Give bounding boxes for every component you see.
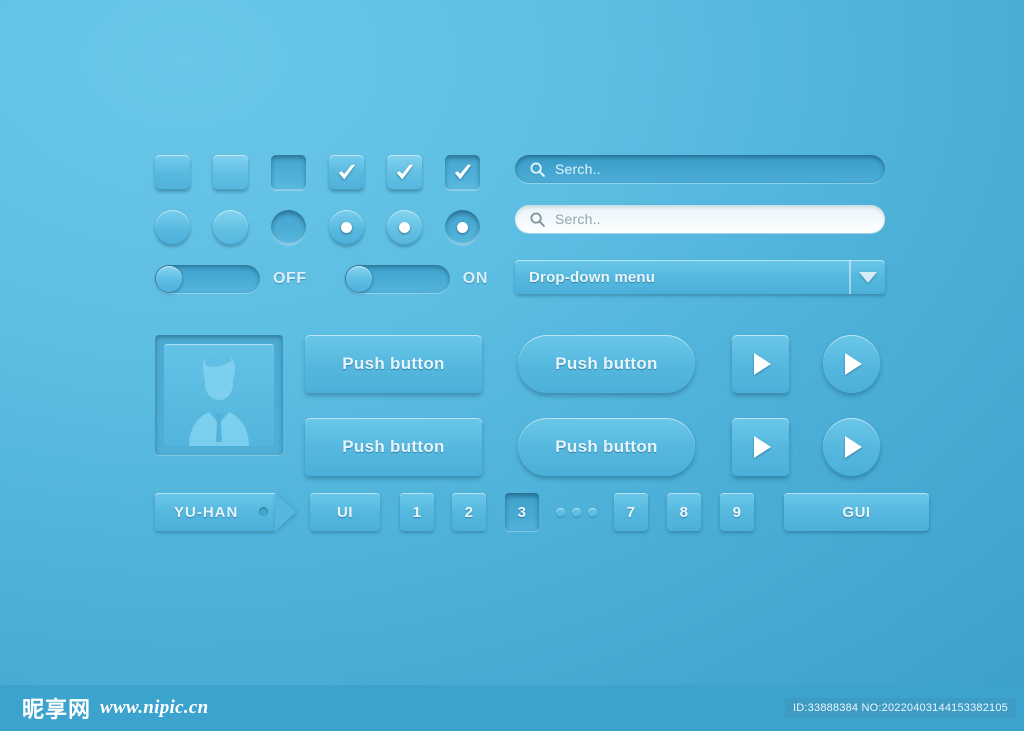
name-tag-hole [259, 507, 268, 516]
checkbox-checked-hover[interactable] [387, 155, 422, 190]
radio-pressed[interactable] [271, 210, 306, 245]
toggle-row: OFF ON [155, 265, 488, 293]
watermark-logo-text: 昵享网 [22, 698, 92, 723]
toggle-on-label: ON [462, 270, 488, 287]
dropdown-menu[interactable]: Drop-down menu [515, 260, 885, 294]
toggle-off-wrap: OFF [155, 265, 307, 293]
play-button-square-1-wrap [732, 335, 789, 393]
push-button-round-2-wrap: Push button [518, 418, 695, 476]
push-button-rect-2[interactable]: Push button [305, 418, 482, 476]
search-placeholder: Serch.. [555, 211, 601, 227]
play-button-square-2[interactable] [732, 418, 789, 476]
pagination-item-3[interactable]: 3 [505, 493, 539, 531]
checkbox-group [155, 155, 480, 190]
name-tag[interactable]: YU-HAN [155, 493, 296, 531]
check-icon [454, 164, 471, 179]
search-field-dark[interactable]: Serch.. [515, 155, 885, 183]
pagination-item-gui[interactable]: GUI [784, 493, 929, 531]
radio-selected-pressed[interactable] [445, 210, 480, 245]
dropdown-label: Drop-down menu [529, 268, 656, 286]
avatar[interactable] [155, 335, 283, 455]
toggle-switch-off[interactable] [155, 265, 260, 293]
pagination: UI 1 2 3 7 8 9 GUI [310, 493, 929, 531]
checkbox-hover[interactable] [213, 155, 248, 190]
ellipsis-dot [556, 507, 565, 517]
dropdown-toggle-button[interactable] [849, 260, 885, 294]
checkbox-pressed[interactable] [271, 155, 306, 190]
image-id-label: ID:33888384 NO:20220403144153382105 [785, 698, 1016, 718]
push-button-round-1[interactable]: Push button [518, 335, 695, 393]
push-button-rect-2-wrap: Push button [305, 418, 482, 476]
search-placeholder: Serch.. [555, 161, 601, 177]
pagination-item-ui[interactable]: UI [310, 493, 380, 531]
check-icon [396, 164, 413, 179]
chevron-down-icon [859, 271, 877, 283]
pagination-item-8[interactable]: 8 [667, 493, 701, 531]
play-icon [845, 436, 862, 458]
play-button-circle-1[interactable] [823, 335, 880, 393]
footer-watermark-bar: 昵享网 www.nipic.cn ID:33888384 NO:20220403… [0, 685, 1024, 731]
name-tag-arrow [275, 493, 296, 531]
user-silhouette-icon [189, 353, 249, 446]
search-field-light[interactable]: Serch.. [515, 205, 885, 233]
radio-hover[interactable] [213, 210, 248, 245]
toggle-off-label: OFF [273, 270, 307, 287]
radio-selected-hover[interactable] [387, 210, 422, 245]
play-icon [845, 353, 862, 375]
radio-dot [399, 222, 410, 233]
play-button-square-2-wrap [732, 418, 789, 476]
checkbox-checked-pressed[interactable] [445, 155, 480, 190]
radio-group [155, 210, 480, 245]
checkbox-checked-normal[interactable] [329, 155, 364, 190]
name-tag-label: YU-HAN [174, 503, 239, 521]
play-button-circle-2-wrap [823, 418, 880, 476]
toggle-switch-on[interactable] [344, 265, 450, 293]
search-icon [530, 161, 545, 177]
avatar-frame [164, 344, 274, 446]
play-icon [754, 353, 771, 375]
ellipsis-dot [572, 507, 581, 517]
radio-dot [457, 222, 468, 233]
radio-normal[interactable] [155, 210, 190, 245]
pagination-item-2[interactable]: 2 [452, 493, 486, 531]
radio-row [155, 210, 480, 245]
push-button-rect-1[interactable]: Push button [305, 335, 482, 393]
push-button-rect-1-wrap: Push button [305, 335, 482, 393]
toggle-knob[interactable] [156, 266, 182, 292]
play-button-circle-1-wrap [823, 335, 880, 393]
canvas-background: OFF ON Serch.. Serch.. Drop-down menu Pu… [0, 0, 1024, 731]
toggle-knob[interactable] [345, 266, 372, 292]
checkbox-normal[interactable] [155, 155, 190, 190]
play-button-square-1[interactable] [732, 335, 789, 393]
watermark: 昵享网 www.nipic.cn [22, 692, 209, 724]
push-button-round-1-wrap: Push button [518, 335, 695, 393]
ellipsis-dot [588, 507, 597, 517]
play-icon [754, 436, 771, 458]
pagination-item-7[interactable]: 7 [614, 493, 648, 531]
radio-dot [341, 222, 352, 233]
push-button-round-2[interactable]: Push button [518, 418, 695, 476]
radio-selected-normal[interactable] [329, 210, 364, 245]
pagination-item-9[interactable]: 9 [720, 493, 754, 531]
watermark-url: www.nipic.cn [100, 697, 209, 718]
check-icon [338, 164, 355, 179]
toggle-on-wrap: ON [344, 265, 488, 293]
search-icon [530, 211, 545, 227]
right-column: Serch.. Serch.. Drop-down menu [515, 155, 885, 294]
pagination-item-1[interactable]: 1 [400, 493, 434, 531]
pagination-ellipsis [556, 507, 597, 517]
play-button-circle-2[interactable] [823, 418, 880, 476]
checkbox-row [155, 155, 480, 190]
